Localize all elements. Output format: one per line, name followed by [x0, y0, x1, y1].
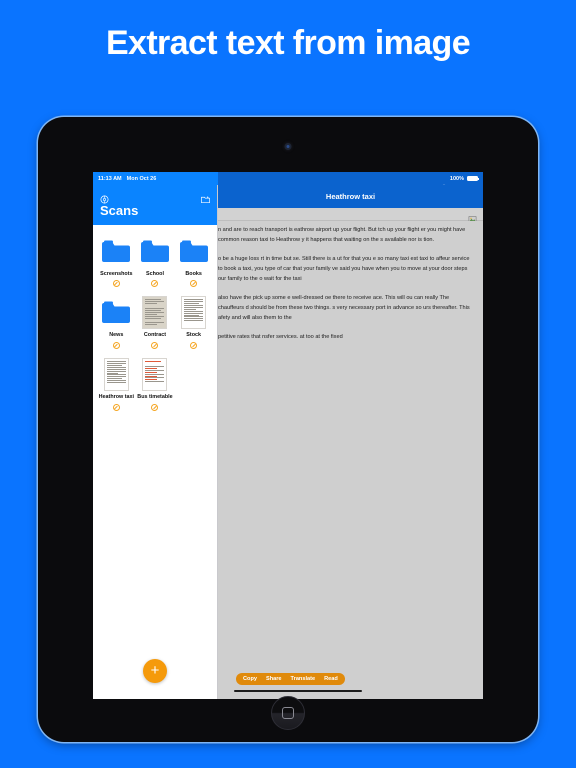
device-screen: 11:13 AM Mon Oct 26 100% Scans Screensho… — [93, 172, 483, 699]
document-text-area[interactable]: n and are to reach transport is eathrow … — [218, 221, 483, 699]
status-bar-right: 100% — [218, 172, 483, 189]
sidebar-header: Scans — [93, 185, 217, 225]
grid-item-stock[interactable]: Stock — [174, 296, 213, 350]
grid-item-school[interactable]: School — [136, 235, 175, 288]
status-bar-left: 11:13 AM Mon Oct 26 — [93, 172, 218, 185]
plus-icon: + — [150, 661, 160, 679]
thumbnail — [140, 358, 170, 392]
item-label: Contract — [143, 332, 167, 339]
battery-percent: 100% — [449, 175, 464, 182]
thumbnail — [179, 296, 209, 330]
document-thumbnail-icon — [142, 296, 168, 330]
thumbnail — [140, 296, 170, 330]
new-folder-icon[interactable] — [201, 191, 210, 203]
no-ocr-badge — [190, 280, 198, 288]
thumbnail — [101, 235, 131, 268]
translate-button[interactable]: Translate — [291, 676, 316, 682]
no-ocr-badge — [190, 342, 198, 350]
share-button[interactable]: Share — [266, 676, 282, 682]
battery-icon — [467, 176, 479, 181]
detail-subbar — [218, 208, 483, 222]
no-ocr-badge — [112, 403, 120, 411]
copy-button[interactable]: Copy — [243, 676, 257, 682]
home-button[interactable] — [271, 696, 305, 730]
text-action-bar: Copy Share Translate Read — [236, 673, 345, 685]
screen-split-view: Scans Screenshots School Books News Cont… — [93, 185, 483, 699]
grid-item-bus-timetable[interactable]: Bus timetable — [136, 358, 175, 411]
thumbnail — [101, 358, 131, 392]
document-thumbnail-icon — [142, 358, 168, 392]
document-paragraph: petitive rates that nsfer services. at t… — [218, 333, 343, 340]
folder-icon — [101, 240, 131, 263]
item-label: Screenshots — [100, 270, 133, 277]
folder-icon — [101, 301, 131, 324]
thumbnail — [140, 235, 170, 268]
document-paragraph: n and are to reach transport is eathrow … — [218, 227, 466, 243]
document-thumbnail-icon — [181, 296, 207, 330]
read-button[interactable]: Read — [324, 676, 338, 682]
sidebar-title: Scans — [100, 203, 139, 218]
sidebar: Scans Screenshots School Books News Cont… — [93, 185, 218, 699]
tablet-device-frame: 11:13 AM Mon Oct 26 100% Scans Screensho… — [38, 117, 538, 742]
grid-item-heathrow-taxi[interactable]: Heathrow taxi — [97, 358, 136, 411]
grid-item-books[interactable]: Books — [174, 235, 213, 288]
no-ocr-badge — [151, 342, 159, 350]
scrollbar[interactable] — [234, 689, 362, 692]
status-bar: 11:13 AM Mon Oct 26 100% — [93, 172, 483, 189]
wifi-icon — [441, 176, 447, 189]
item-label: School — [145, 270, 164, 277]
folder-icon — [179, 240, 209, 263]
sidebar-icon-row — [100, 189, 210, 203]
item-label: Books — [185, 270, 202, 277]
gear-icon[interactable] — [100, 191, 109, 203]
grid-item-screenshots[interactable]: Screenshots — [97, 235, 136, 288]
no-ocr-badge — [112, 280, 120, 288]
document-paragraph: also have the pick up some e well-dresse… — [218, 294, 470, 321]
thumbnail — [101, 296, 131, 329]
image-icon[interactable] — [468, 210, 477, 222]
item-label: Heathrow taxi — [98, 394, 134, 401]
scans-grid: Screenshots School Books News Contract S… — [93, 225, 217, 699]
item-label: News — [109, 332, 124, 339]
home-square-icon — [282, 707, 294, 719]
thumbnail — [179, 235, 209, 268]
detail-navbar: Heathrow taxi — [218, 185, 483, 208]
document-column: n and are to reach transport is eathrow … — [218, 226, 473, 343]
grid-item-contract[interactable]: Contract — [136, 296, 175, 350]
no-ocr-badge — [112, 342, 120, 350]
front-camera-icon — [284, 143, 292, 150]
status-date: Mon Oct 26 — [126, 175, 157, 182]
page-headline: Extract text from image — [105, 24, 471, 62]
item-label: Bus timetable — [137, 394, 173, 401]
no-ocr-badge — [151, 280, 159, 288]
status-time: 11:13 AM — [98, 175, 122, 182]
page-title: Heathrow taxi — [325, 192, 376, 201]
add-scan-button[interactable]: + — [143, 659, 167, 683]
grid-item-news[interactable]: News — [97, 296, 136, 350]
document-thumbnail-icon — [103, 358, 129, 392]
detail-pane: Heathrow taxi n and are to reach transpo… — [218, 185, 483, 699]
no-ocr-badge — [151, 403, 159, 411]
item-label: Stock — [186, 332, 201, 339]
document-paragraph: o be a huge loss rt in time but se. Stil… — [218, 255, 470, 282]
folder-icon — [140, 240, 170, 263]
